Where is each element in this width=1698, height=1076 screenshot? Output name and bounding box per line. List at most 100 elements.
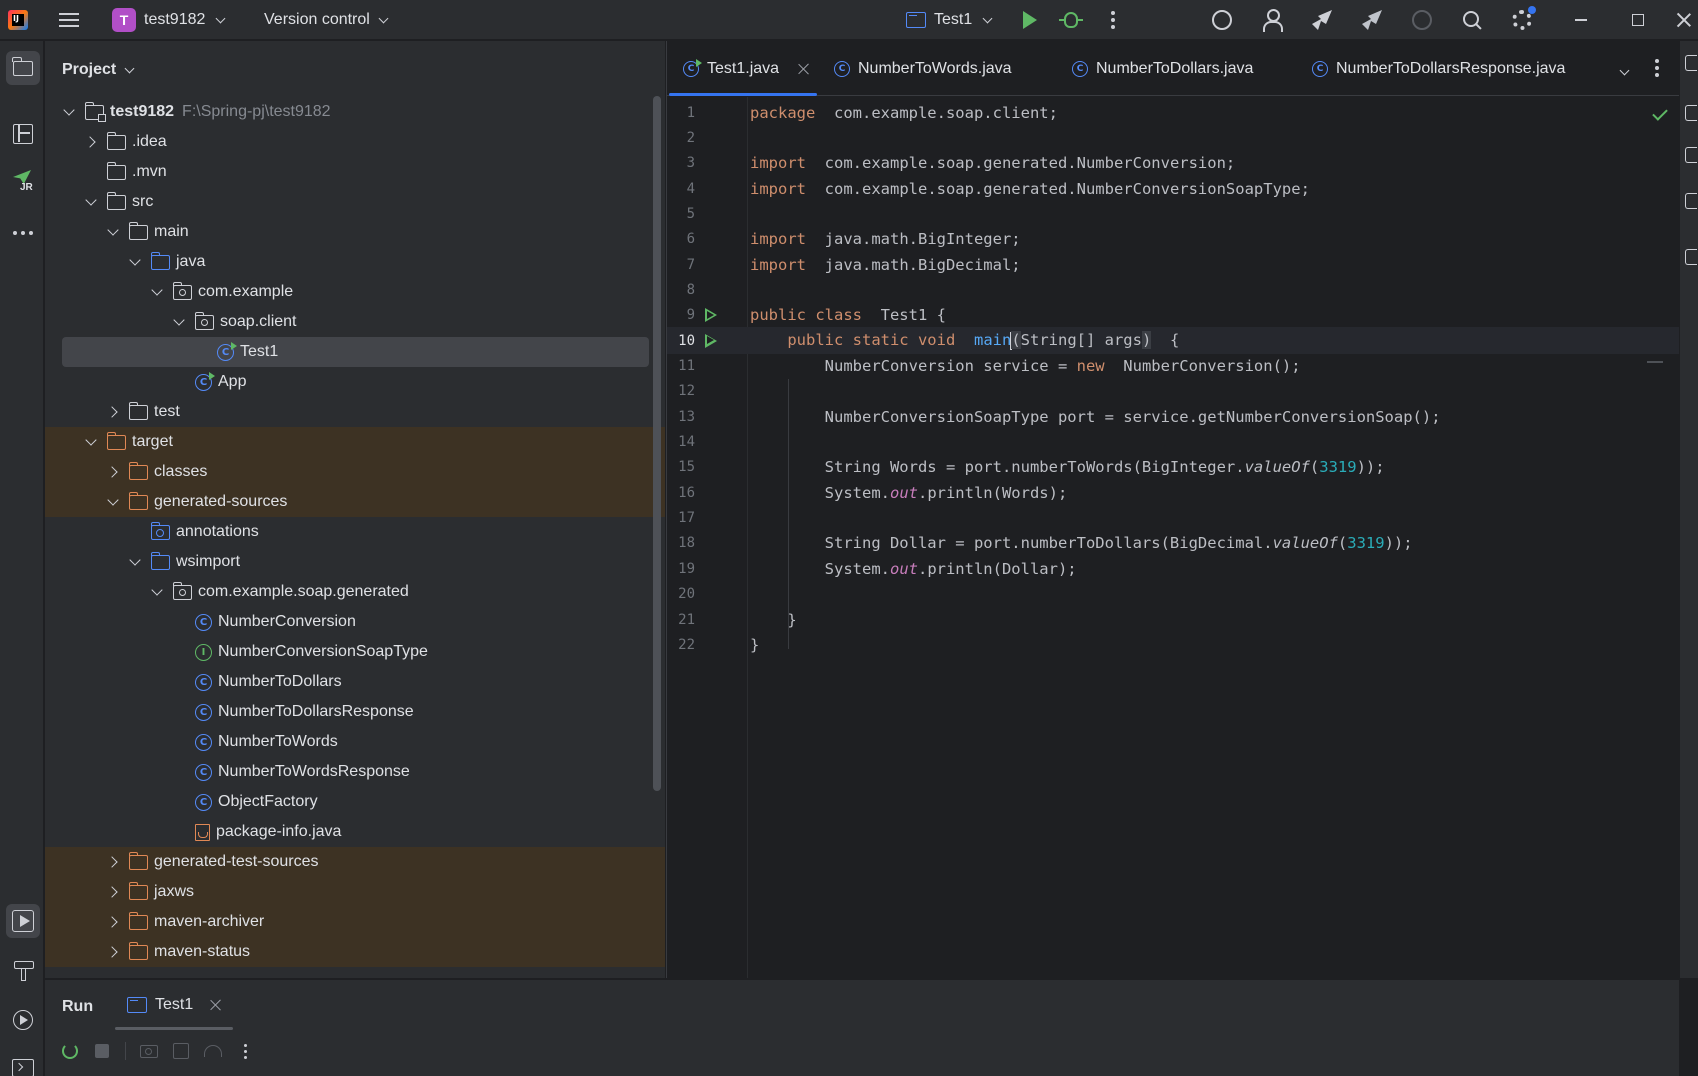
line-number[interactable]: 5	[667, 206, 695, 222]
minimize-button[interactable]	[1569, 8, 1593, 32]
line-number[interactable]: 19	[667, 561, 695, 577]
maven-icon[interactable]	[1685, 193, 1697, 209]
tree-item-wsimport[interactable]: wsimport	[45, 547, 665, 577]
build-tool-button[interactable]	[6, 953, 40, 987]
more-tools-button[interactable]	[6, 216, 40, 250]
code-line[interactable]: 2	[667, 124, 1679, 151]
gutter-run-icon[interactable]	[705, 333, 717, 348]
code-line[interactable]: 17	[667, 505, 1679, 532]
code-line[interactable]: 6 import java.math.BigInteger;	[667, 226, 1679, 253]
project-tool-button[interactable]	[6, 51, 40, 85]
line-number[interactable]: 10	[667, 333, 695, 349]
chevron-down-icon[interactable]	[106, 225, 120, 239]
search-button[interactable]	[1460, 8, 1484, 32]
code-line[interactable]: 14	[667, 429, 1679, 456]
line-number[interactable]: 17	[667, 510, 695, 526]
code-line[interactable]: 16 System.out.println(Words);	[667, 479, 1679, 506]
chevron-down-icon[interactable]	[172, 315, 186, 329]
line-number[interactable]: 11	[667, 358, 695, 374]
editor-more-icon[interactable]	[1645, 56, 1669, 80]
tree-item-maven-archiver[interactable]: maven-archiver	[45, 907, 665, 937]
code-line[interactable]: 4 import com.example.soap.generated.Numbe…	[667, 175, 1679, 202]
tree-item-com-example-soap-generated[interactable]: com.example.soap.generated	[45, 577, 665, 607]
tree-item-test[interactable]: test	[45, 397, 665, 427]
line-number[interactable]: 12	[667, 383, 695, 399]
settings-button[interactable]	[1510, 6, 1536, 32]
line-number[interactable]: 2	[667, 130, 695, 146]
tree-item-numbertodollars[interactable]: C NumberToDollars	[45, 667, 665, 697]
terminal-tool-button[interactable]	[6, 1051, 40, 1076]
line-number[interactable]: 1	[667, 105, 695, 121]
chevron-right-icon[interactable]	[106, 945, 120, 959]
chevron-right-icon[interactable]	[106, 855, 120, 869]
run-configuration-selector[interactable]: Test1	[906, 0, 993, 40]
close-window-button[interactable]	[1674, 8, 1694, 32]
tab-numbertodollars-java[interactable]: C NumberToDollars.java	[1072, 41, 1253, 96]
gutter-run-icon[interactable]	[705, 308, 717, 323]
tree-item-generated-test-sources[interactable]: generated-test-sources	[45, 847, 665, 877]
code-line[interactable]: 10 public static void main(String[] args…	[667, 327, 1679, 355]
tree-item-annotations[interactable]: annotations	[45, 517, 665, 547]
run-button[interactable]	[1018, 8, 1042, 32]
project-scrollbar[interactable]	[653, 96, 661, 791]
deploy-config-button[interactable]	[1360, 8, 1384, 32]
line-number[interactable]: 13	[667, 409, 695, 425]
tree-item-objectfactory[interactable]: C ObjectFactory	[45, 787, 665, 817]
chevron-right-icon[interactable]	[84, 135, 98, 149]
line-number[interactable]: 3	[667, 155, 695, 171]
code-line[interactable]: 22}	[667, 631, 1679, 658]
code-line[interactable]: 18 String Dollar = port.numberToDollars(…	[667, 530, 1679, 557]
tree-item-test1[interactable]: C Test1	[45, 337, 665, 367]
tab-list-button[interactable]	[1617, 61, 1630, 78]
close-tab-icon[interactable]	[799, 64, 809, 74]
tree-item-target[interactable]: target	[45, 427, 665, 457]
chevron-down-icon[interactable]	[150, 285, 164, 299]
code-line[interactable]: 11 NumberConversion service = new Number…	[667, 353, 1679, 380]
run-tab-test1[interactable]: Test1	[114, 980, 234, 1030]
add-user-button[interactable]	[1260, 8, 1284, 32]
line-number[interactable]: 18	[667, 535, 695, 551]
notifications-icon[interactable]	[1685, 55, 1697, 71]
tree-item-numbertowordsresponse[interactable]: C NumberToWordsResponse	[45, 757, 665, 787]
line-number[interactable]: 6	[667, 231, 695, 247]
tree-item-numbertowords[interactable]: C NumberToWords	[45, 727, 665, 757]
chevron-down-icon[interactable]	[62, 105, 76, 119]
code-line[interactable]: 20	[667, 581, 1679, 608]
code-line[interactable]: 3 import com.example.soap.generated.Numbe…	[667, 150, 1679, 177]
chevron-right-icon[interactable]	[106, 465, 120, 479]
tab-test1-java[interactable]: C Test1.java	[668, 41, 818, 96]
stop-button[interactable]	[93, 1042, 111, 1060]
run-more-icon[interactable]	[236, 1042, 254, 1060]
tab-numbertowords-java[interactable]: C NumberToWords.java	[834, 41, 1012, 96]
disabled-action-button[interactable]	[1410, 8, 1434, 32]
tree-item-numberconversion[interactable]: C NumberConversion	[45, 607, 665, 637]
line-number[interactable]: 21	[667, 612, 695, 628]
close-tab-icon[interactable]	[211, 1000, 221, 1010]
rerun-button[interactable]	[61, 1042, 79, 1060]
dump-threads-button[interactable]	[140, 1042, 158, 1060]
tree-item-numberconversionsoaptype[interactable]: I NumberConversionSoapType	[45, 637, 665, 667]
line-number[interactable]: 15	[667, 459, 695, 475]
chevron-down-icon[interactable]	[84, 435, 98, 449]
ai-assistant-icon[interactable]	[1685, 105, 1697, 121]
tree-item-src[interactable]: src	[45, 187, 665, 217]
code-line[interactable]: 9 public class Test1 {	[667, 302, 1679, 329]
run-tool-button[interactable]	[6, 904, 40, 938]
chevron-down-icon[interactable]	[84, 195, 98, 209]
deploy-button[interactable]	[1310, 8, 1334, 32]
code-line[interactable]: 15 String Words = port.numberToWords(Big…	[667, 454, 1679, 481]
code-line[interactable]: 19 System.out.println(Dollar);	[667, 555, 1679, 582]
code-area[interactable]: 1 package com.example.soap.client; 2 3 impor…	[667, 97, 1679, 978]
code-line[interactable]: 12	[667, 378, 1679, 405]
chevron-down-icon[interactable]	[128, 555, 142, 569]
code-line[interactable]: 8	[667, 276, 1679, 303]
services-tool-button[interactable]	[6, 1003, 40, 1037]
profiler-button[interactable]	[204, 1042, 222, 1060]
code-line[interactable]: 7 import java.math.BigDecimal;	[667, 251, 1679, 278]
tree-item-maven-status[interactable]: maven-status	[45, 937, 665, 967]
tree-item-classes[interactable]: classes	[45, 457, 665, 487]
code-line[interactable]: 21 }	[667, 606, 1679, 633]
jrebel-tool-button[interactable]: JR	[6, 165, 40, 199]
line-number[interactable]: 20	[667, 586, 695, 602]
tree-item-test9182[interactable]: test9182 F:\Spring-pj\test9182	[45, 97, 665, 127]
